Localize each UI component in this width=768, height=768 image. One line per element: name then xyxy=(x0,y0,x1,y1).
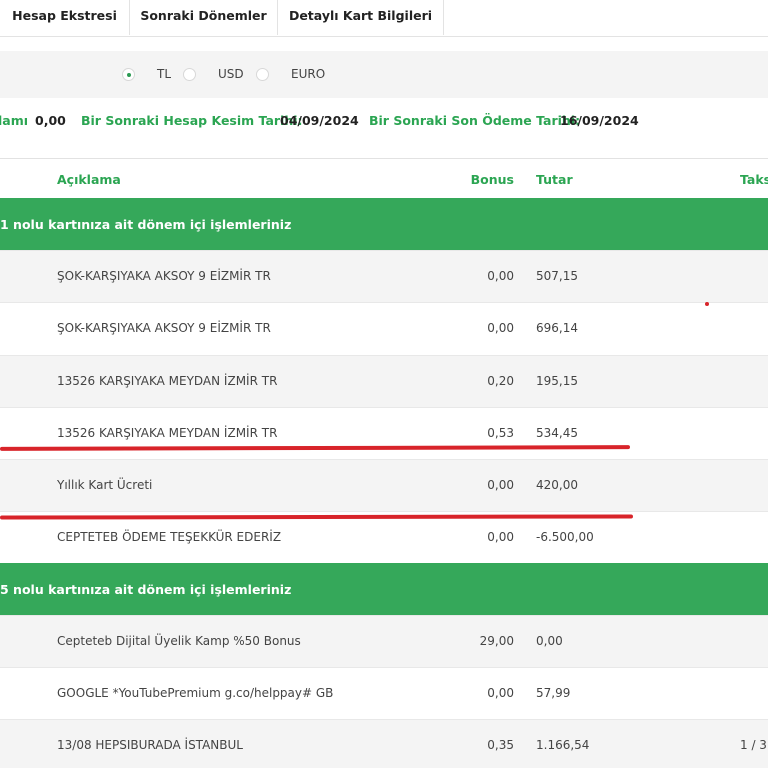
row-amount: 195,15 xyxy=(536,374,578,388)
currency-radio-euro[interactable] xyxy=(256,68,269,81)
row-bonus: 0,53 xyxy=(487,426,514,440)
table-row[interactable]: 13526 KARŞIYAKA MEYDAN İZMİR TR 0,20 195… xyxy=(0,355,768,407)
currency-radio-tl[interactable] xyxy=(122,68,135,81)
row-description: 13526 KARŞIYAKA MEYDAN İZMİR TR xyxy=(57,374,278,388)
table-row[interactable]: GOOGLE *YouTubePremium g.co/helppay# GB … xyxy=(0,667,768,719)
row-amount: 0,00 xyxy=(536,634,563,648)
row-description: GOOGLE *YouTubePremium g.co/helppay# GB xyxy=(57,686,334,700)
column-header-amount: Tutar xyxy=(536,172,573,187)
tab-detayli-kart-bilgileri[interactable]: Detaylı Kart Bilgileri xyxy=(278,0,444,35)
row-description: ŞOK-KARŞIYAKA AKSOY 9 EİZMİR TR xyxy=(57,269,271,283)
row-amount: 420,00 xyxy=(536,478,578,492)
row-amount: 57,99 xyxy=(536,686,571,700)
partial-value: 0,00 xyxy=(35,113,66,128)
row-amount: 507,15 xyxy=(536,269,578,283)
table-row[interactable]: ŞOK-KARŞIYAKA AKSOY 9 EİZMİR TR 0,00 696… xyxy=(0,302,768,354)
partial-label: lamı xyxy=(0,113,29,128)
next-due-date-label: Bir Sonraki Son Ödeme Tarihi: xyxy=(369,113,581,128)
table-row[interactable]: 13526 KARŞIYAKA MEYDAN İZMİR TR 0,53 534… xyxy=(0,407,768,459)
card-section-header: 1 nolu kartınıza ait dönem içi işlemleri… xyxy=(0,198,768,250)
statement-summary: lamı 0,00 Bir Sonraki Hesap Kesim Tarihi… xyxy=(0,98,768,158)
row-bonus: 0,00 xyxy=(487,321,514,335)
table-row[interactable]: ŞOK-KARŞIYAKA AKSOY 9 EİZMİR TR 0,00 507… xyxy=(0,250,768,302)
currency-label-tl: TL xyxy=(157,67,172,81)
next-statement-date-label: Bir Sonraki Hesap Kesim Tarihi: xyxy=(81,113,303,128)
row-bonus: 0,00 xyxy=(487,530,514,544)
row-description: Yıllık Kart Ücreti xyxy=(57,478,153,492)
row-bonus: 0,00 xyxy=(487,478,514,492)
card-section-title: 5 nolu kartınıza ait dönem içi işlemleri… xyxy=(0,582,292,597)
row-description: 13526 KARŞIYAKA MEYDAN İZMİR TR xyxy=(57,426,278,440)
row-bonus: 0,00 xyxy=(487,686,514,700)
next-statement-date-value: 04/09/2024 xyxy=(280,113,359,128)
currency-label-usd: USD xyxy=(218,67,244,81)
column-header-description: Açıklama xyxy=(57,172,121,187)
row-description: 13/08 HEPSIBURADA İSTANBUL xyxy=(57,738,243,752)
row-amount: 1.166,54 xyxy=(536,738,590,752)
tab-sonraki-donemler[interactable]: Sonraki Dönemler xyxy=(130,0,278,35)
card-section-title: 1 nolu kartınıza ait dönem içi işlemleri… xyxy=(0,217,292,232)
row-bonus: 0,00 xyxy=(487,269,514,283)
table-row[interactable]: Cepteteb Dijital Üyelik Kamp %50 Bonus 2… xyxy=(0,615,768,667)
row-bonus: 29,00 xyxy=(479,634,514,648)
row-bonus: 0,35 xyxy=(487,738,514,752)
row-description: Cepteteb Dijital Üyelik Kamp %50 Bonus xyxy=(57,634,301,648)
row-bonus: 0,20 xyxy=(487,374,514,388)
table-row[interactable]: Yıllık Kart Ücreti 0,00 420,00 xyxy=(0,459,768,511)
row-description: CEPTETEB ÖDEME TEŞEKKÜR EDERİZ xyxy=(57,530,282,544)
table-row[interactable]: 13/08 HEPSIBURADA İSTANBUL 0,35 1.166,54… xyxy=(0,719,768,768)
tab-hesap-ekstresi[interactable]: Hesap Ekstresi xyxy=(0,0,130,35)
row-installment: 1 / 3 xyxy=(740,738,767,752)
next-due-date-value: 16/09/2024 xyxy=(560,113,639,128)
red-dot-annotation xyxy=(705,302,709,306)
card-section-header: 5 nolu kartınıza ait dönem içi işlemleri… xyxy=(0,563,768,615)
currency-label-euro: EURO xyxy=(291,67,326,81)
column-header-bonus: Bonus xyxy=(470,172,514,187)
row-amount: -6.500,00 xyxy=(536,530,594,544)
row-description: ŞOK-KARŞIYAKA AKSOY 9 EİZMİR TR xyxy=(57,321,271,335)
currency-selector: TL USD EURO xyxy=(0,51,768,98)
currency-radio-usd[interactable] xyxy=(183,68,196,81)
row-amount: 696,14 xyxy=(536,321,578,335)
tab-bar: Hesap Ekstresi Sonraki Dönemler Detaylı … xyxy=(0,0,768,37)
row-amount: 534,45 xyxy=(536,426,578,440)
column-header-installment: Taks xyxy=(740,172,768,187)
transactions-table-header: Açıklama Bonus Tutar Taks xyxy=(0,158,768,199)
